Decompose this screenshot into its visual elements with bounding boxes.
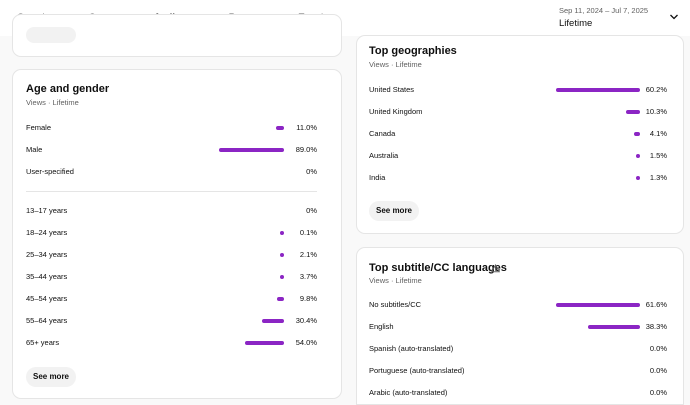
gender-row-label: Male	[26, 145, 43, 154]
geography-row-bar	[626, 110, 640, 114]
gender-row: Female 11.0%	[26, 121, 317, 135]
age-row-label: 25–34 years	[26, 250, 68, 259]
languages-card: Top subtitle/CC languages Views · Lifeti…	[356, 247, 684, 405]
geography-row-value: 1.3%	[649, 173, 667, 182]
geography-row-bar	[636, 154, 640, 158]
language-row: Portuguese (auto-translated) 0.0%	[369, 364, 667, 378]
language-row-bar	[588, 325, 640, 329]
age-gender-title: Age and gender	[26, 83, 110, 95]
age-row-label: 18–24 years	[26, 228, 68, 237]
geography-row: Canada 4.1%	[369, 127, 667, 141]
geography-row-label: Canada	[369, 129, 396, 138]
age-row-label: 65+ years	[26, 338, 60, 347]
geography-row-label: United States	[369, 85, 415, 94]
age-gender-see-more-button[interactable]: See more	[26, 367, 76, 387]
date-range-selector[interactable]: Sep 11, 2024 – Jul 7, 2025 Lifetime	[559, 6, 681, 32]
language-row: No subtitles/CC 61.6%	[369, 298, 667, 312]
language-row-label: Portuguese (auto-translated)	[369, 366, 465, 375]
age-row: 65+ years 54.0%	[26, 336, 317, 350]
age-row-label: 13–17 years	[26, 206, 68, 215]
language-row-bar	[556, 303, 640, 307]
gender-row-bar	[276, 126, 284, 130]
age-row-value: 3.7%	[299, 272, 317, 281]
age-row: 55–64 years 30.4%	[26, 314, 317, 328]
language-row-value: 0.0%	[649, 388, 667, 397]
age-row-label: 45–54 years	[26, 294, 68, 303]
geography-row-label: United Kingdom	[369, 107, 423, 116]
geographies-see-more-button[interactable]: See more	[369, 201, 419, 221]
age-row-bar	[277, 297, 284, 301]
age-row: 25–34 years 2.1%	[26, 248, 317, 262]
gender-row-value: 89.0%	[295, 145, 317, 154]
geography-row: Australia 1.5%	[369, 149, 667, 163]
age-row-value: 0.1%	[299, 228, 317, 237]
age-row-value: 0%	[306, 206, 317, 215]
geographies-card: Top geographies Views · Lifetime United …	[356, 35, 684, 234]
language-row-label: English	[369, 322, 394, 331]
geography-row-value: 10.3%	[645, 107, 667, 116]
age-gender-subtitle: Views · Lifetime	[26, 98, 79, 107]
language-row: Arabic (auto-translated) 0.0%	[369, 386, 667, 400]
age-gender-divider	[26, 191, 317, 192]
age-row-bar	[280, 253, 284, 257]
chevron-down-icon	[670, 14, 678, 20]
age-gender-card: Age and gender Views · Lifetime Female 11…	[12, 69, 342, 399]
geography-row-bar	[636, 176, 640, 180]
age-row-value: 2.1%	[299, 250, 317, 259]
previous-card	[12, 14, 342, 57]
age-row: 35–44 years 3.7%	[26, 270, 317, 284]
age-row-value: 9.8%	[299, 294, 317, 303]
language-row-value: 38.3%	[645, 322, 667, 331]
gender-row-label: User-specified	[26, 167, 74, 176]
language-row-label: No subtitles/CC	[369, 300, 422, 309]
age-row-label: 55–64 years	[26, 316, 68, 325]
age-row-value: 54.0%	[295, 338, 317, 347]
language-row-value: 0.0%	[649, 366, 667, 375]
gender-row: User-specified 0%	[26, 165, 317, 179]
geography-row-label: Australia	[369, 151, 399, 160]
age-row-bar	[280, 275, 284, 279]
geography-row: India 1.3%	[369, 171, 667, 185]
age-row: 18–24 years 0.1%	[26, 226, 317, 240]
geography-row-value: 60.2%	[645, 85, 667, 94]
geography-row-label: India	[369, 173, 386, 182]
warning-icon[interactable]	[491, 264, 500, 273]
languages-subtitle: Views · Lifetime	[369, 276, 422, 285]
date-range-dates: Sep 11, 2024 – Jul 7, 2025	[559, 6, 649, 15]
language-row-value: 61.6%	[645, 300, 667, 309]
age-row: 13–17 years 0%	[26, 204, 317, 218]
gender-row: Male 89.0%	[26, 143, 317, 157]
geography-row-bar	[556, 88, 640, 92]
previous-card-button[interactable]	[26, 27, 76, 43]
age-row-bar	[245, 341, 284, 345]
date-range-period: Lifetime	[559, 18, 593, 29]
gender-row-bar	[219, 148, 284, 152]
language-row: Spanish (auto-translated) 0.0%	[369, 342, 667, 356]
age-row-bar	[280, 231, 284, 235]
language-row-label: Arabic (auto-translated)	[369, 388, 448, 397]
geography-row-bar	[634, 132, 640, 136]
age-row-label: 35–44 years	[26, 272, 68, 281]
geography-row: United States 60.2%	[369, 83, 667, 97]
geography-row: United Kingdom 10.3%	[369, 105, 667, 119]
geographies-title: Top geographies	[369, 45, 457, 57]
gender-row-value: 11.0%	[296, 123, 317, 132]
geography-row-value: 4.1%	[649, 129, 667, 138]
languages-title: Top subtitle/CC languages	[369, 262, 507, 274]
language-row-value: 0.0%	[649, 344, 667, 353]
age-row-bar	[262, 319, 284, 323]
language-row: English 38.3%	[369, 320, 667, 334]
gender-row-label: Female	[26, 123, 52, 132]
geography-row-value: 1.5%	[649, 151, 667, 160]
language-row-label: Spanish (auto-translated)	[369, 344, 454, 353]
age-row-value: 30.4%	[295, 316, 317, 325]
age-row: 45–54 years 9.8%	[26, 292, 317, 306]
gender-row-value: 0%	[306, 167, 317, 176]
geographies-subtitle: Views · Lifetime	[369, 60, 422, 69]
